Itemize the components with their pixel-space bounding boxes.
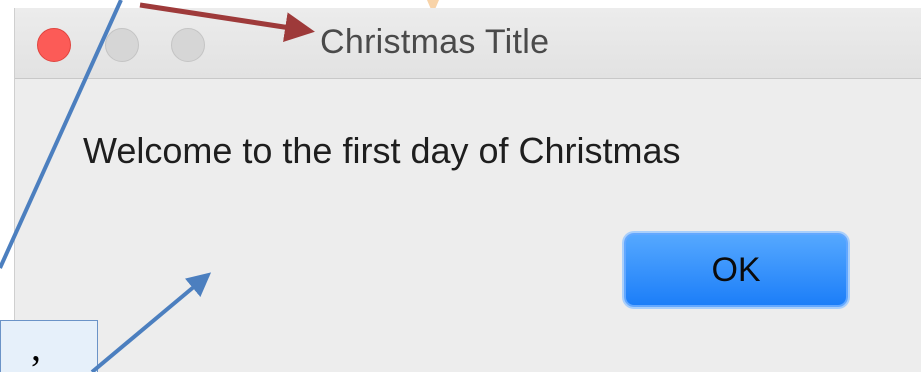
minimize-icon[interactable] [105,28,139,62]
close-icon[interactable] [37,28,71,62]
annotation-callout-text: , [31,324,41,369]
screenshot-stage: Christmas Title Welcome to the first day… [0,0,921,372]
window-title: Christmas Title [320,23,550,61]
ok-button[interactable]: OK [624,233,848,307]
annotation-callout-box: , [0,320,98,372]
zoom-icon[interactable] [171,28,205,62]
dialog-message: Welcome to the first day of Christmas [83,130,681,171]
dialog-window: Christmas Title Welcome to the first day… [14,8,921,372]
title-bar[interactable]: Christmas Title [15,8,921,79]
